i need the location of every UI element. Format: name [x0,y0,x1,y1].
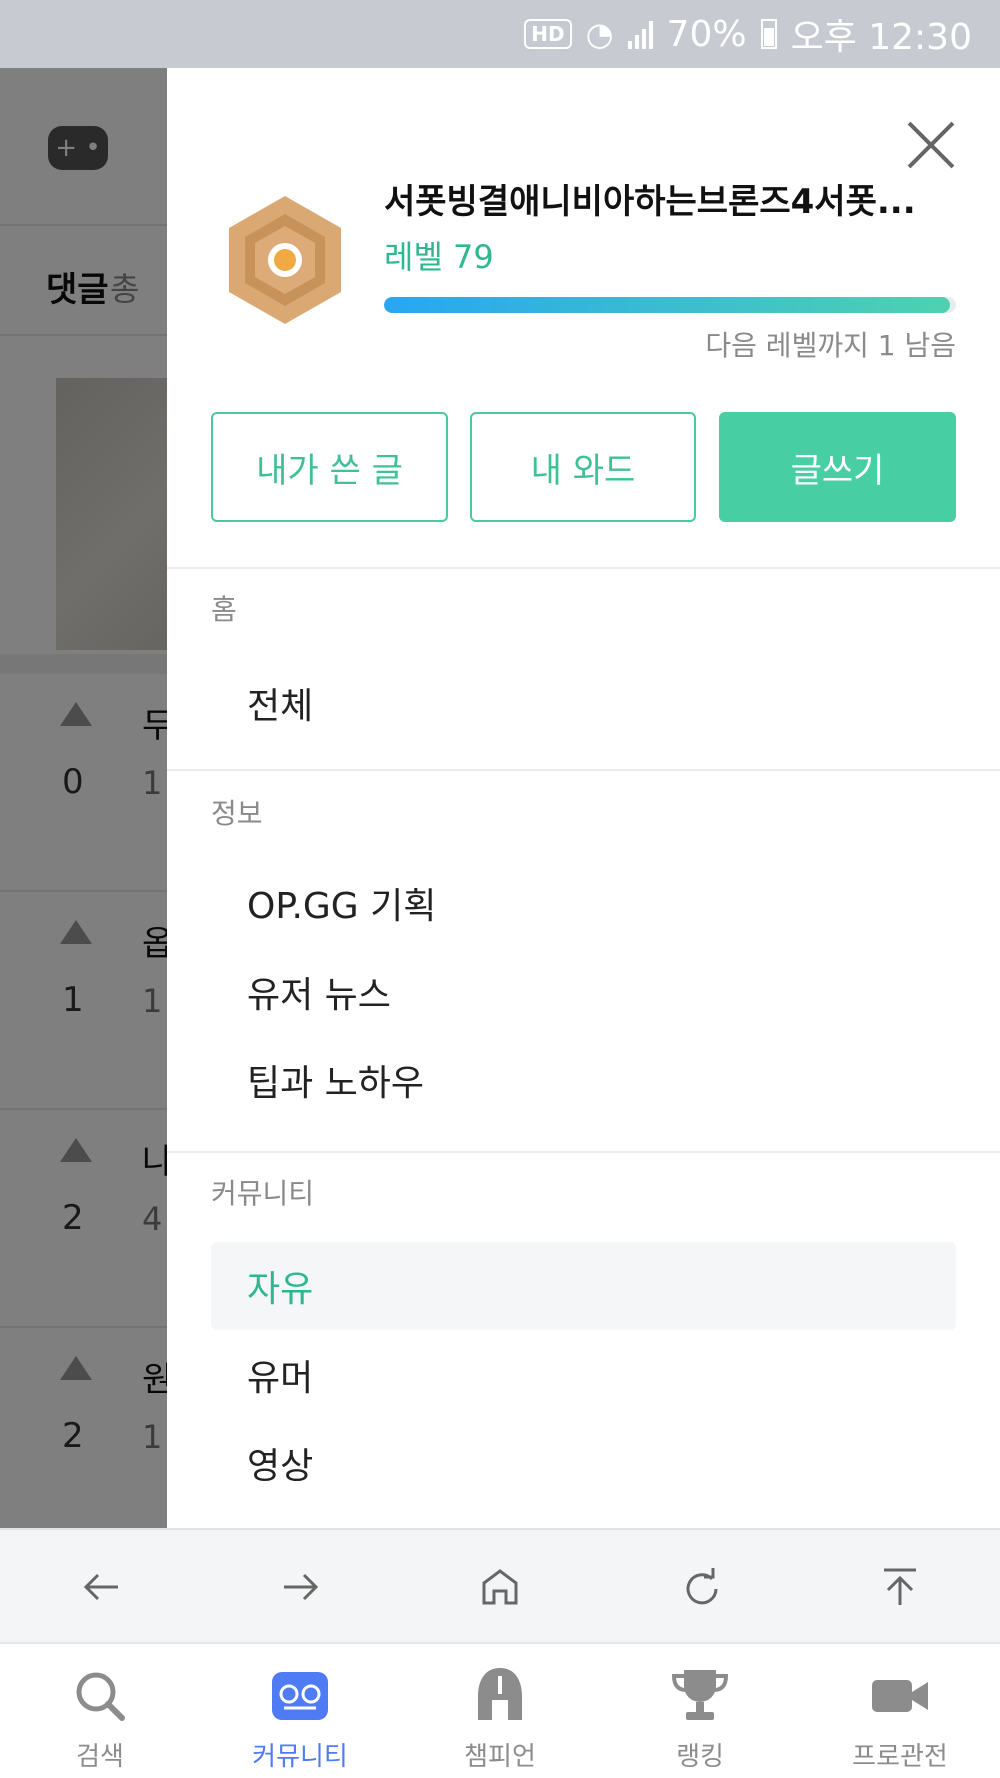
section-title-info: 정보 [211,797,263,830]
wifi-icon: ◔ [585,15,614,53]
menu-item-user-news[interactable]: 유저 뉴스 [211,948,956,1036]
tab-champion[interactable]: 챔피언 [400,1644,600,1778]
battery-icon [760,19,777,49]
menu-item-humor[interactable]: 유머 [211,1331,956,1419]
battery-percent: 70% [666,13,747,55]
write-button[interactable]: 글쓰기 [719,412,956,522]
side-drawer: 서폿빙결애니비아하는브론즈4서폿... 레벨 79 다음 레벨까지 1 남음 내… [167,68,1000,1528]
my-ward-button[interactable]: 내 와드 [470,412,696,522]
clock: 오후 12:30 [790,17,972,58]
menu-item-opgg-feature[interactable]: OP.GG 기획 [211,859,956,947]
bottom-tab-bar: 검색 커뮤니티 챔피언 랭킹 프로관전 [0,1642,1000,1778]
menu-item-tips[interactable]: 팁과 노하우 [211,1036,956,1124]
tab-community[interactable]: 커뮤니티 [200,1644,400,1778]
back-icon[interactable] [67,1552,137,1622]
community-icon [272,1672,328,1720]
tab-label: 랭킹 [676,1742,724,1772]
tab-ranking[interactable]: 랭킹 [600,1644,800,1778]
tab-search[interactable]: 검색 [0,1644,200,1778]
section-title-community: 커뮤니티 [211,1177,315,1210]
status-bar: HD ◔ 70% 오후 12:30 [0,0,1000,68]
menu-item-video[interactable]: 영상 [211,1419,956,1507]
home-icon[interactable] [465,1552,535,1622]
level-progress-fill [384,297,951,313]
menu-item-free[interactable]: 자유 [211,1242,956,1330]
menu-item-all[interactable]: 전체 [211,659,956,747]
section-title-home: 홈 [211,593,237,626]
username: 서폿빙결애니비아하는브론즈4서폿... [384,182,916,222]
divider [167,1151,1000,1153]
hd-icon: HD [524,19,572,49]
tab-label: 프로관전 [852,1742,948,1772]
signal-icon [627,19,653,49]
level-progress-bar [384,297,956,313]
refresh-icon[interactable] [665,1552,735,1622]
video-camera-icon [872,1680,928,1712]
tab-label: 검색 [76,1742,124,1772]
divider [167,769,1000,771]
user-level: 레벨 79 [384,238,494,276]
tab-label: 챔피언 [464,1742,536,1772]
close-icon[interactable] [906,120,956,170]
scroll-top-icon[interactable] [865,1552,935,1622]
trophy-icon [671,1670,729,1720]
next-level-text: 다음 레벨까지 1 남음 [705,329,956,362]
search-icon [76,1672,125,1721]
browser-toolbar [0,1528,1000,1642]
champion-helmet-icon [478,1668,522,1720]
tab-pro-match[interactable]: 프로관전 [800,1644,1000,1778]
forward-icon[interactable] [265,1552,335,1622]
tab-label: 커뮤니티 [252,1742,348,1772]
my-posts-button[interactable]: 내가 쓴 글 [211,412,448,522]
divider [167,567,1000,569]
level-badge-icon [229,196,341,324]
